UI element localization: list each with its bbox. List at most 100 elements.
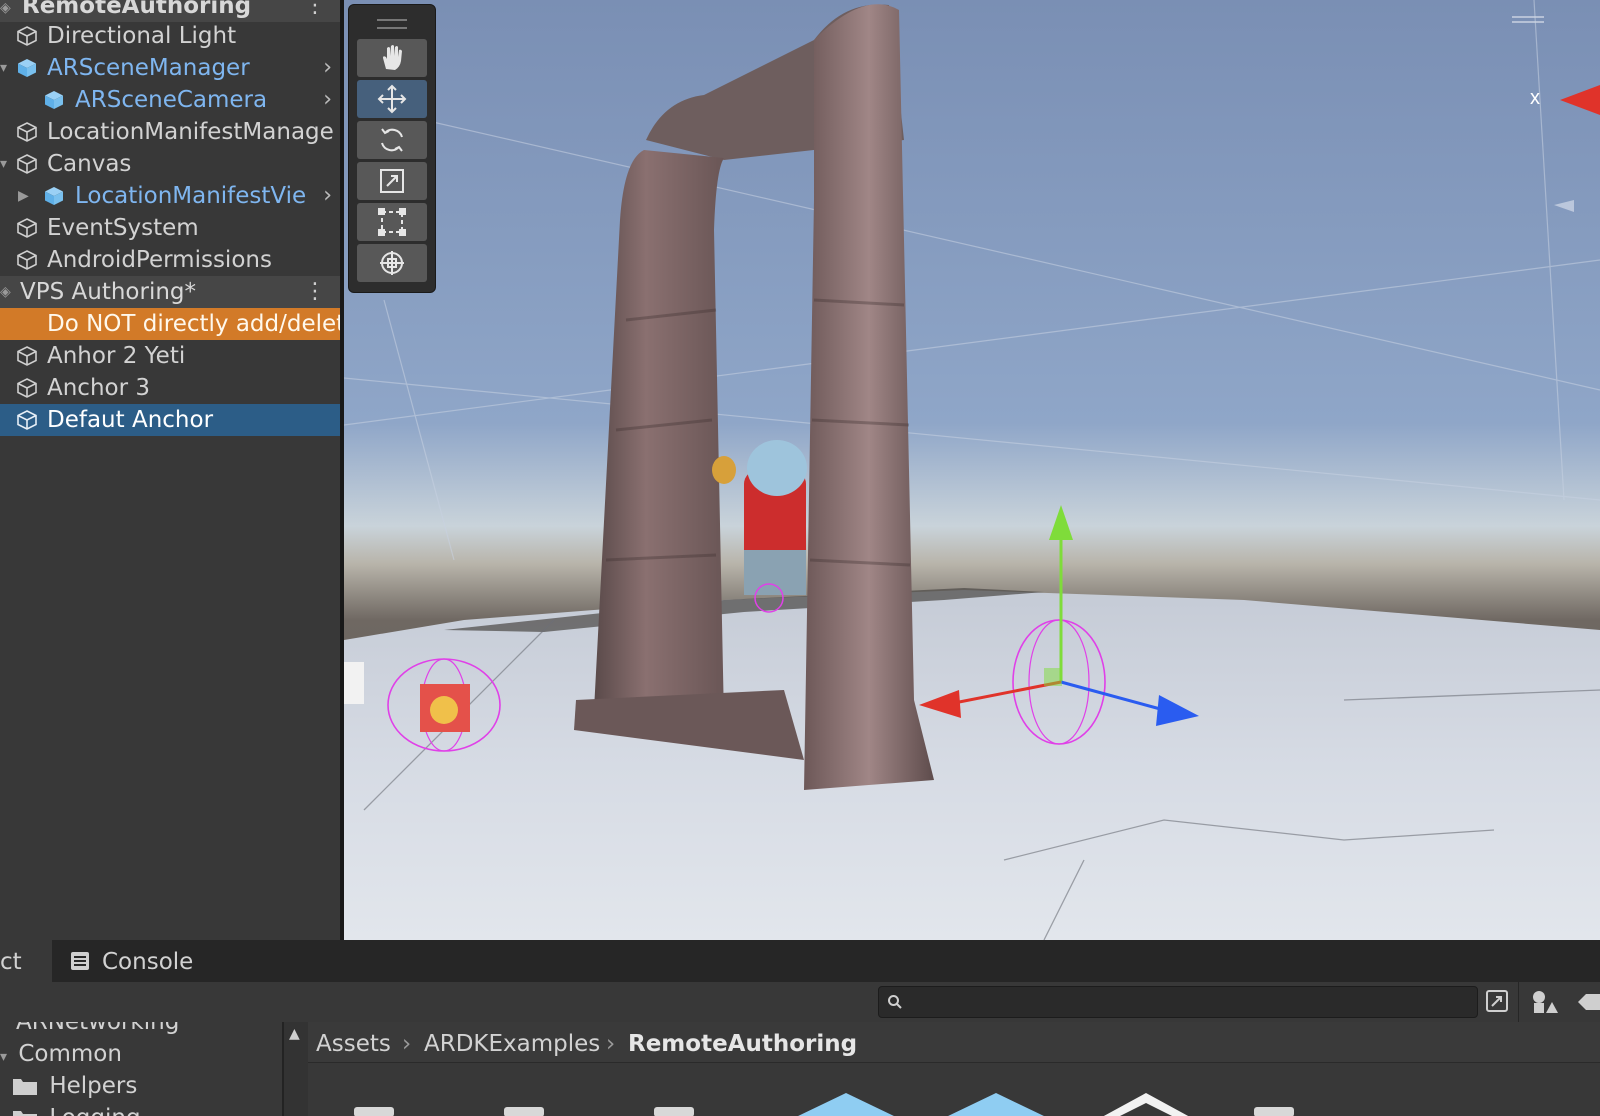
hierarchy-item-arscenemanager[interactable]: ▾ ARSceneManager › (0, 52, 340, 84)
scroll-up-arrow-icon[interactable]: ▲ (289, 1026, 300, 1042)
asset-thumbnail-prefab[interactable] (796, 1093, 896, 1116)
breadcrumb-separator-icon: › (402, 1031, 412, 1057)
hierarchy-item-label: EventSystem (47, 215, 199, 241)
hierarchy-panel: ◈ RemoteAuthoring ⋮ Directional Light ▾ … (0, 0, 340, 940)
fold-arrow-icon[interactable]: ▾ (0, 1049, 7, 1065)
hierarchy-item-anchor-3[interactable]: Anchor 3 (0, 372, 340, 404)
tree-item-arnetworking[interactable]: ARNetworking (16, 1022, 179, 1038)
tool-palette (348, 4, 436, 293)
hierarchy-item-arscenecamera[interactable]: ARSceneCamera › (0, 84, 340, 116)
hierarchy-item-label: Directional Light (47, 23, 237, 49)
folder-icon (13, 1111, 37, 1116)
toolbar-divider (1518, 982, 1519, 1022)
breadcrumb: Assets › ARDKExamples › RemoteAuthoring (308, 1022, 1600, 1063)
kebab-menu-icon[interactable]: ⋮ (304, 276, 326, 308)
unity-scene-icon: ◈ (0, 284, 11, 300)
asset-thumbnail-file[interactable] (504, 1107, 544, 1116)
hierarchy-item-directional-light[interactable]: Directional Light (0, 20, 340, 52)
tree-scrollbar[interactable]: ▲ (284, 1022, 308, 1116)
hierarchy-item-label: ARSceneManager (47, 55, 250, 81)
fold-arrow-icon[interactable]: ▾ (0, 52, 7, 84)
gameobject-cube-icon (17, 378, 37, 398)
tree-item-helpers[interactable]: Helpers (12, 1070, 137, 1102)
breadcrumb-ardkexamples[interactable]: ARDKExamples (424, 1022, 600, 1066)
scene-header-remote-authoring[interactable]: ◈ RemoteAuthoring ⋮ (0, 0, 340, 22)
hierarchy-item-androidpermissions[interactable]: AndroidPermissions (0, 244, 340, 276)
breadcrumb-separator-icon: › (606, 1031, 616, 1057)
scale-icon (380, 169, 404, 193)
prefab-cube-icon (45, 187, 63, 205)
scene-view[interactable]: x (344, 0, 1600, 940)
rotate-tool-button[interactable] (357, 121, 427, 159)
scene-render: x (344, 0, 1600, 940)
asset-thumbnail-file[interactable] (354, 1107, 394, 1116)
prefab-cube-icon (45, 91, 63, 109)
tree-item-label: Helpers (49, 1073, 138, 1099)
rect-icon (378, 208, 406, 236)
console-icon (71, 952, 89, 970)
breadcrumb-assets[interactable]: Assets (316, 1022, 391, 1066)
tree-item-label: Logging (49, 1105, 140, 1116)
asset-thumbnail-prefab[interactable] (946, 1093, 1046, 1116)
chevron-right-icon[interactable]: › (323, 180, 332, 212)
gameobject-cube-icon (17, 154, 37, 174)
hierarchy-item-label: AndroidPermissions (47, 247, 272, 273)
folder-icon (13, 1079, 37, 1095)
tree-item-common[interactable]: ▾ Common (0, 1038, 122, 1070)
unity-scene-icon: ◈ (0, 0, 11, 16)
hierarchy-item-defaut-anchor[interactable]: Defaut Anchor (0, 404, 340, 436)
rect-tool-button[interactable] (357, 203, 427, 241)
gameobject-cube-icon (17, 346, 37, 366)
tab-project[interactable]: ct (0, 940, 52, 982)
expand-arrow-icon[interactable]: ▶ (18, 180, 29, 212)
hierarchy-item-label: ARSceneCamera (75, 87, 268, 113)
search-by-label-icon[interactable] (1530, 988, 1560, 1016)
chevron-right-icon[interactable]: › (323, 52, 332, 84)
asset-thumbnail-file[interactable] (654, 1107, 694, 1116)
hierarchy-item-locationmanifestmanager[interactable]: LocationManifestManage (0, 116, 340, 148)
fold-arrow-icon[interactable]: ▾ (0, 148, 7, 180)
hierarchy-item-canvas[interactable]: ▾ Canvas (0, 148, 340, 180)
tree-item-label: ARNetworking (16, 1022, 180, 1035)
asset-thumbnail-unity-scene[interactable] (1096, 1093, 1196, 1116)
gameobject-cube-icon (17, 218, 37, 238)
hand-tool-button[interactable] (357, 39, 427, 77)
scale-tool-button[interactable] (357, 162, 427, 200)
gameobject-cube-icon (17, 250, 37, 270)
search-icon (888, 995, 902, 1009)
hierarchy-item-label: Canvas (47, 151, 132, 177)
tab-console[interactable]: Console (60, 940, 210, 982)
hierarchy-item-eventsystem[interactable]: EventSystem (0, 212, 340, 244)
kebab-menu-icon[interactable]: ⋮ (304, 0, 326, 22)
scene-header-vps-authoring[interactable]: ◈ VPS Authoring* ⋮ (0, 276, 340, 308)
tab-label: ct (0, 949, 22, 975)
warning-label: Do NOT directly add/delet (47, 311, 340, 337)
hierarchy-item-label: Defaut Anchor (47, 407, 214, 433)
breadcrumb-remoteauthoring[interactable]: RemoteAuthoring (628, 1022, 857, 1066)
palette-grip-handle[interactable] (377, 19, 407, 29)
hierarchy-item-locationmanifestview[interactable]: ▶ LocationManifestVie › (0, 180, 340, 212)
hierarchy-item-label: Anhor 2 Yeti (47, 343, 186, 369)
hierarchy-item-label: Anchor 3 (47, 375, 151, 401)
chevron-right-icon[interactable]: › (323, 84, 332, 116)
gameobject-cube-icon (17, 410, 37, 430)
project-search-input[interactable] (878, 986, 1478, 1018)
move-icon (377, 84, 407, 114)
hierarchy-item-anhor-2-yeti[interactable]: Anhor 2 Yeti (0, 340, 340, 372)
project-folder-tree: ARNetworking ▾ Common Helpers Logging (0, 1022, 282, 1116)
tab-label: Console (102, 949, 194, 975)
search-by-type-icon[interactable] (1484, 988, 1510, 1014)
prefab-cube-icon (18, 59, 36, 77)
hierarchy-item-label: LocationManifestVie (75, 183, 307, 209)
orientation-axis-x-label[interactable]: x (1530, 87, 1540, 109)
favorites-tag-icon[interactable] (1574, 990, 1600, 1014)
asset-grid (308, 1063, 1600, 1116)
tree-item-logging[interactable]: Logging (12, 1102, 141, 1116)
hierarchy-warning-row[interactable]: Do NOT directly add/delet (0, 308, 340, 340)
rotate-icon (381, 128, 403, 152)
transform-icon (380, 251, 404, 275)
move-tool-button[interactable] (357, 80, 427, 118)
gameobject-cube-icon (17, 26, 37, 46)
transform-tool-button[interactable] (357, 244, 427, 282)
asset-thumbnail-file[interactable] (1254, 1107, 1294, 1116)
